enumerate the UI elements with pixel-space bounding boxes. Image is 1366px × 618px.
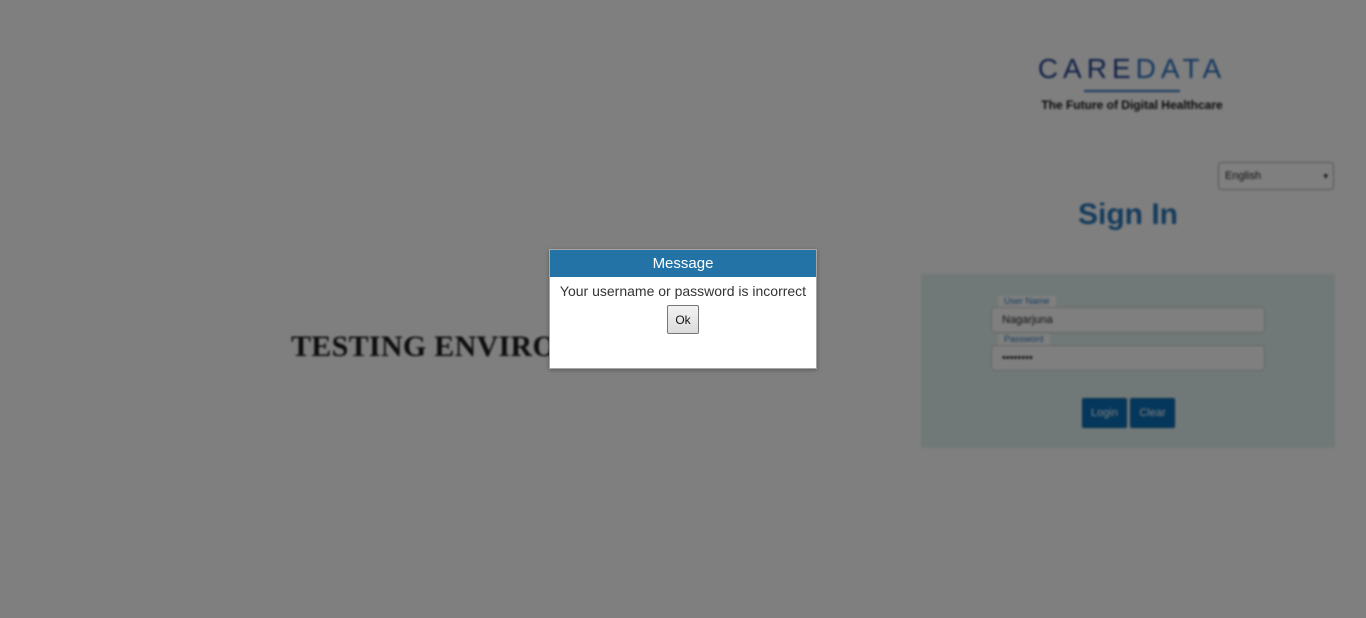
ok-button[interactable]: Ok bbox=[667, 305, 699, 334]
page: TESTING ENVIRO CAREDATA The Future of Di… bbox=[0, 0, 1366, 618]
dialog-title: Message bbox=[550, 250, 816, 277]
dialog-message: Your username or password is incorrect bbox=[559, 283, 807, 299]
message-dialog: Message Your username or password is inc… bbox=[549, 249, 817, 369]
